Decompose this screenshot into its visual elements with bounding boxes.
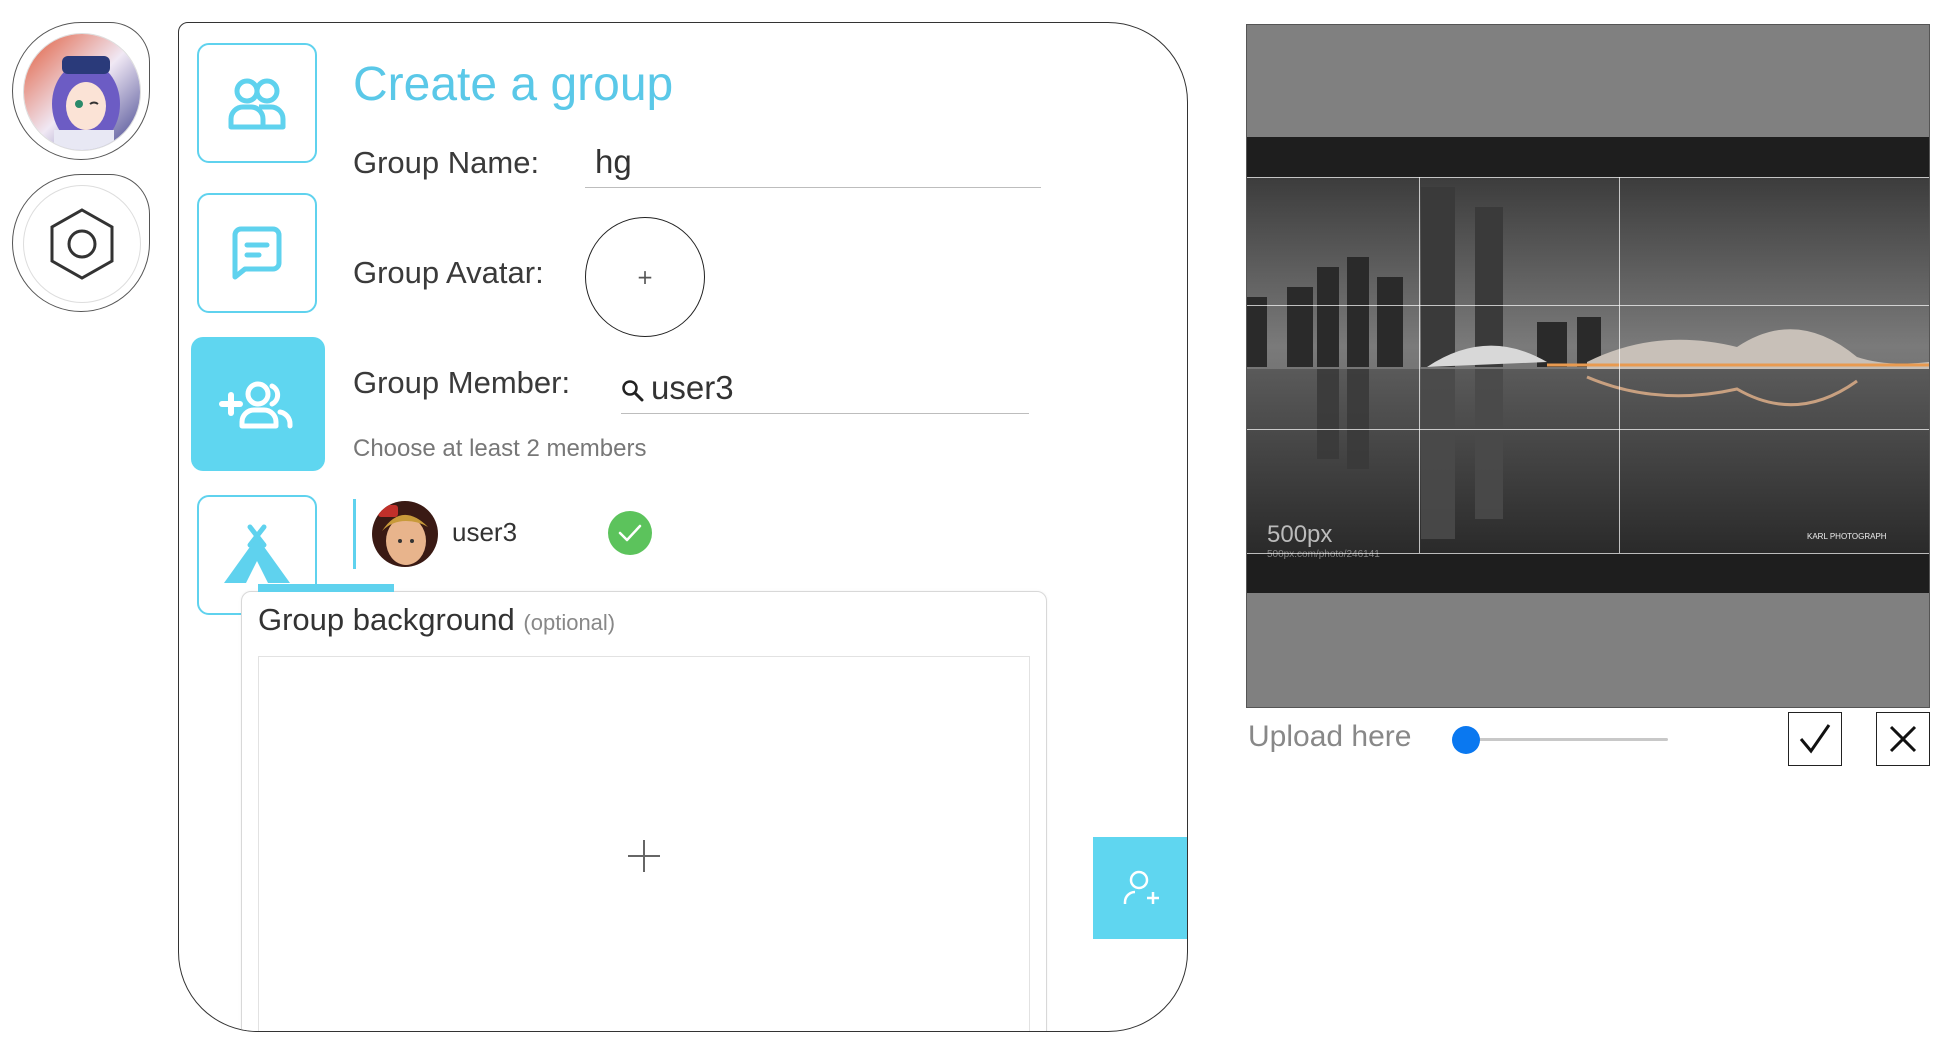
zoom-slider-track[interactable] [1458, 738, 1668, 741]
member-search[interactable]: user3 [621, 369, 981, 411]
member-name: user3 [452, 517, 518, 547]
tab-groups[interactable] [197, 43, 317, 163]
background-dropzone[interactable] [258, 656, 1030, 1031]
profile-avatar [23, 33, 141, 151]
tab-chats[interactable] [197, 193, 317, 313]
group-icon [228, 78, 286, 130]
settings-hexagon-icon [23, 185, 141, 303]
plus-icon [628, 840, 660, 872]
check-icon[interactable] [608, 511, 652, 555]
optional-label: (optional) [523, 610, 616, 635]
photographer-credit: KARL PHOTOGRAPH [1807, 532, 1887, 541]
watermark-url: 500px.com/photo/246141 [1267, 549, 1380, 560]
crop-grid-line [1247, 305, 1929, 306]
crop-grid-line [1619, 177, 1620, 553]
upload-label: Upload here [1248, 720, 1412, 753]
create-group-card: Create a group Group Name: hg Group Avat… [178, 22, 1188, 1032]
chat-icon [232, 226, 282, 280]
image-crop-area[interactable]: 500px 500px.com/photo/246141 KARL PHOTOG… [1246, 24, 1930, 708]
add-user-icon [1123, 870, 1159, 904]
member-search-underline [621, 413, 1029, 414]
member-hint: Choose at least 2 members [353, 435, 647, 462]
panel-accent [258, 584, 394, 592]
close-icon [1889, 725, 1917, 753]
group-name-underline [585, 187, 1041, 188]
crop-grid-line [1419, 177, 1420, 553]
group-member-label: Group Member: [353, 365, 571, 400]
crop-grid-line [1247, 553, 1929, 554]
cancel-crop-button[interactable] [1876, 712, 1930, 766]
zoom-slider-thumb[interactable] [1452, 726, 1480, 754]
page-title: Create a group [353, 58, 674, 111]
profile-avatar-button[interactable] [12, 22, 150, 160]
crop-preview-image[interactable]: 500px 500px.com/photo/246141 KARL PHOTOG… [1247, 137, 1929, 593]
crop-grid-line [1247, 429, 1929, 430]
group-name-label: Group Name: [353, 145, 540, 180]
confirm-crop-button[interactable] [1788, 712, 1842, 766]
group-background-title: Group background (optional) [258, 602, 615, 638]
crop-grid-line [1247, 177, 1929, 178]
search-icon [622, 380, 644, 402]
camp-icon [224, 524, 290, 583]
member-search-input[interactable]: user3 [651, 369, 734, 407]
group-avatar-label: Group Avatar: [353, 255, 544, 290]
settings-button[interactable] [12, 174, 150, 312]
list-item[interactable]: user3 [353, 499, 716, 569]
group-background-label: Group background [258, 602, 515, 637]
tab-create-group[interactable] [191, 337, 325, 471]
group-background-panel: Group background (optional) [241, 584, 1047, 1031]
add-member-button[interactable] [1093, 837, 1187, 939]
plus-icon: + [636, 265, 654, 289]
member-avatar [372, 501, 438, 567]
group-avatar-picker[interactable]: + [585, 217, 705, 337]
check-icon [1799, 724, 1831, 754]
group-name-input[interactable]: hg [595, 143, 632, 181]
watermark: 500px [1267, 521, 1332, 548]
add-group-icon [219, 381, 293, 429]
